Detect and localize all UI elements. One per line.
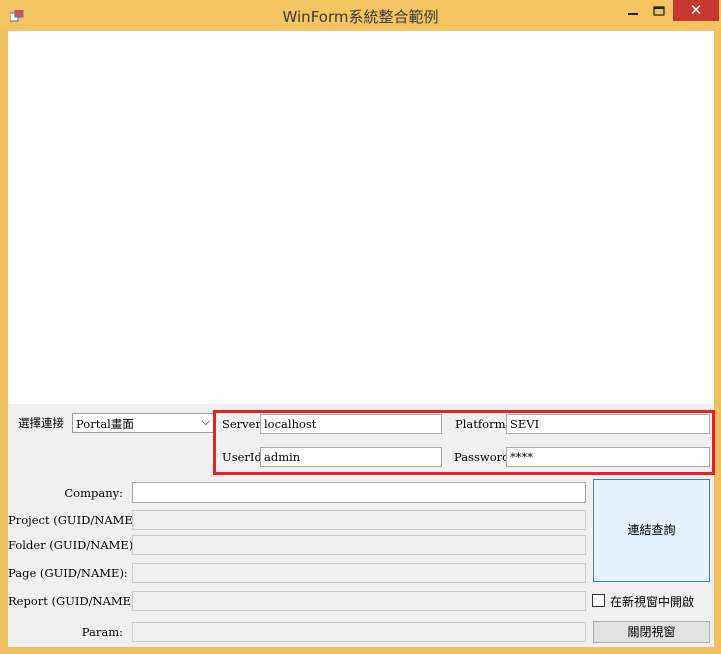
close-button[interactable]: ✕	[673, 0, 719, 21]
connection-dropdown[interactable]: Portal畫面 ⌵	[72, 413, 214, 433]
company-label: Company:	[64, 486, 123, 500]
platform-field[interactable]: SEVI	[506, 414, 710, 434]
folder-field[interactable]	[132, 535, 586, 555]
minimize-button[interactable]	[620, 0, 646, 22]
password-field[interactable]: ****	[506, 447, 710, 467]
platform-label: Platform	[455, 417, 506, 431]
page-field[interactable]	[132, 563, 586, 583]
form-client-area: 選擇連接 Portal畫面 ⌵ Server localhost Platfor…	[8, 31, 715, 647]
maximize-button[interactable]	[646, 0, 672, 22]
title-bar[interactable]: WinForm系統整合範例 ✕	[0, 0, 721, 31]
param-label: Param:	[81, 625, 123, 639]
folder-label: Folder (GUID/NAME):	[8, 538, 138, 552]
param-field[interactable]	[132, 622, 586, 642]
password-label: Password	[454, 450, 510, 464]
new-window-checkbox[interactable]	[592, 594, 605, 607]
connect-query-label: 連結查詢	[627, 523, 676, 537]
close-icon: ✕	[689, 1, 703, 19]
chevron-down-icon: ⌵	[201, 415, 210, 428]
userid-label: UserId	[222, 450, 262, 464]
connect-query-button[interactable]: 連結查詢	[593, 479, 710, 582]
report-field[interactable]	[132, 591, 586, 611]
report-label: Report (GUID/NAME):	[8, 594, 140, 608]
userid-field[interactable]: admin	[260, 447, 442, 467]
select-connection-label: 選擇連接	[18, 416, 64, 430]
server-label: Server	[222, 417, 261, 431]
connection-dropdown-value: Portal畫面	[76, 417, 134, 431]
page-label: Page (GUID/NAME):	[8, 566, 128, 580]
close-window-label: 關閉視窗	[627, 625, 676, 639]
server-field[interactable]: localhost	[260, 414, 442, 434]
new-window-label[interactable]: 在新視窗中開啟	[610, 593, 694, 610]
project-field[interactable]	[132, 510, 586, 530]
close-window-button[interactable]: 關閉視窗	[593, 621, 710, 643]
report-viewer-panel[interactable]	[8, 31, 714, 404]
minimize-icon	[628, 13, 638, 15]
maximize-icon	[653, 6, 665, 16]
project-label: Project (GUID/NAME):	[8, 513, 142, 527]
window-title: WinForm系統整合範例	[282, 8, 439, 26]
application-window: WinForm系統整合範例 ✕ 選擇連接 Portal畫面 ⌵ Server l…	[0, 0, 721, 654]
company-field[interactable]	[132, 482, 586, 503]
